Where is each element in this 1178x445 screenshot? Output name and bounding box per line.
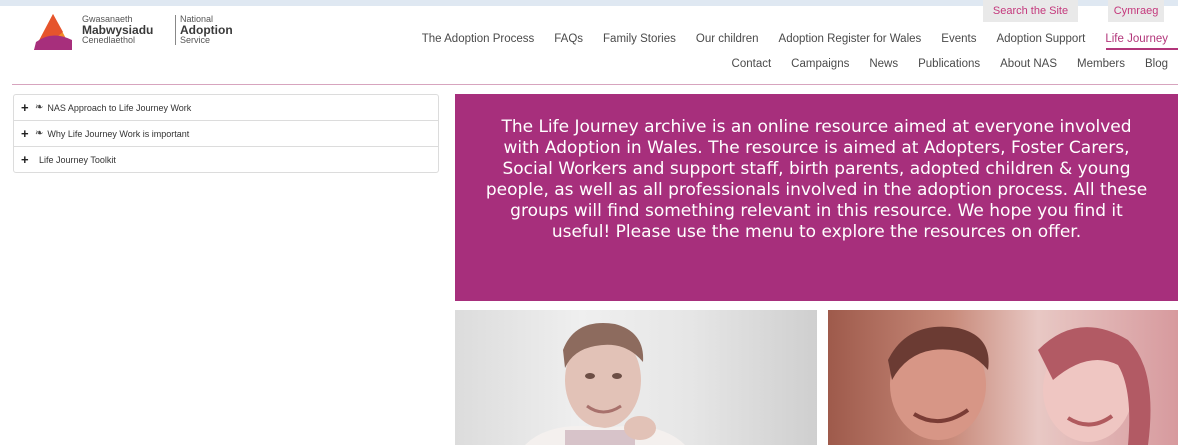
accordion-label: Why Life Journey Work is important bbox=[47, 128, 190, 139]
nav-members[interactable]: Members bbox=[1067, 58, 1135, 70]
nav-family-stories[interactable]: Family Stories bbox=[593, 33, 686, 45]
active-nav-underline bbox=[1106, 48, 1178, 50]
leaf-icon: ❧ bbox=[35, 128, 44, 139]
young-man-illustration bbox=[525, 323, 685, 445]
secondary-nav: Contact Campaigns News Publications Abou… bbox=[722, 58, 1178, 70]
life-journey-accordion: + ❧ NAS Approach to Life Journey Work + … bbox=[13, 94, 439, 173]
couple-photo[interactable] bbox=[828, 310, 1178, 445]
nav-about-nas[interactable]: About NAS bbox=[990, 58, 1067, 70]
nav-campaigns[interactable]: Campaigns bbox=[781, 58, 859, 70]
logo-english-text: National Adoption Service bbox=[180, 14, 233, 45]
nav-our-children[interactable]: Our children bbox=[686, 33, 769, 45]
accordion-item-why-important[interactable]: + ❧ Why Life Journey Work is important bbox=[14, 121, 438, 147]
leaf-icon: ❧ bbox=[35, 102, 44, 113]
couple-illustration bbox=[888, 326, 1151, 445]
nav-life-journey[interactable]: Life Journey bbox=[1095, 33, 1178, 45]
nav-events[interactable]: Events bbox=[931, 33, 986, 45]
logo-mark-icon bbox=[34, 14, 72, 50]
intro-banner: The Life Journey archive is an online re… bbox=[455, 94, 1178, 301]
nav-adoption-support[interactable]: Adoption Support bbox=[986, 33, 1095, 45]
accordion-item-nas-approach[interactable]: + ❧ NAS Approach to Life Journey Work bbox=[14, 95, 438, 121]
nav-news[interactable]: News bbox=[859, 58, 908, 70]
expand-plus-icon: + bbox=[21, 100, 29, 115]
nav-blog[interactable]: Blog bbox=[1135, 58, 1178, 70]
logo-welsh-text: Gwasanaeth Mabwysiadu Cenedlaethol bbox=[82, 14, 154, 45]
nav-adoption-register[interactable]: Adoption Register for Wales bbox=[769, 33, 932, 45]
nav-publications[interactable]: Publications bbox=[908, 58, 990, 70]
expand-plus-icon: + bbox=[21, 126, 29, 141]
nav-adoption-process[interactable]: The Adoption Process bbox=[412, 33, 545, 45]
young-man-photo[interactable] bbox=[455, 310, 817, 445]
accordion-item-toolkit[interactable]: + Life Journey Toolkit bbox=[14, 147, 438, 172]
nav-contact[interactable]: Contact bbox=[722, 58, 782, 70]
primary-nav: The Adoption Process FAQs Family Stories… bbox=[412, 33, 1178, 45]
expand-plus-icon: + bbox=[21, 152, 29, 167]
accordion-label: Life Journey Toolkit bbox=[39, 154, 116, 165]
logo-divider bbox=[175, 15, 176, 45]
banner-text: The Life Journey archive is an online re… bbox=[485, 117, 1148, 242]
accordion-label: NAS Approach to Life Journey Work bbox=[47, 102, 192, 113]
search-site-link[interactable]: Search the Site bbox=[983, 0, 1078, 22]
language-toggle-link[interactable]: Cymraeg bbox=[1108, 0, 1164, 22]
header-divider bbox=[12, 84, 1178, 85]
nav-faqs[interactable]: FAQs bbox=[544, 33, 593, 45]
